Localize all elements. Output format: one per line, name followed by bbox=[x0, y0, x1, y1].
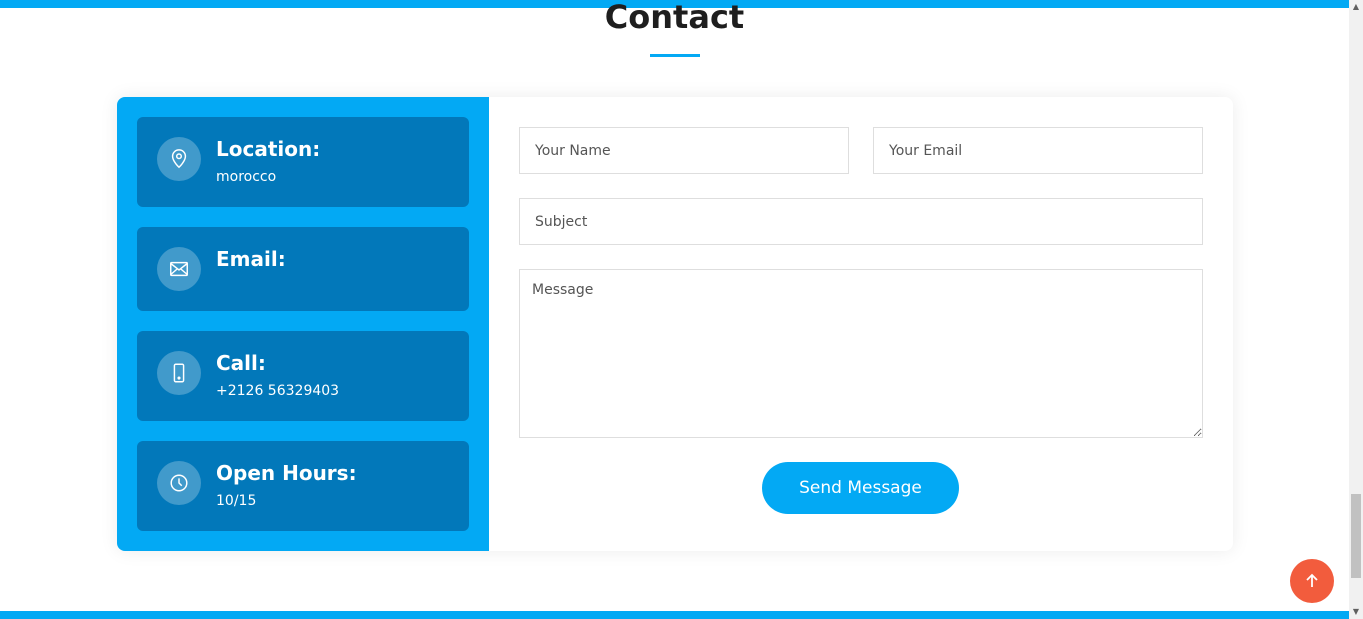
send-message-button[interactable]: Send Message bbox=[762, 462, 959, 514]
message-textarea[interactable] bbox=[519, 269, 1203, 438]
hours-heading: Open Hours: bbox=[216, 461, 357, 485]
subject-input[interactable] bbox=[519, 198, 1203, 245]
section-title: Contact bbox=[604, 0, 745, 36]
contact-card: Location: morocco Email: Call: +2126 563… bbox=[117, 97, 1233, 551]
title-underline bbox=[650, 54, 700, 57]
phone-icon bbox=[157, 351, 201, 395]
call-heading: Call: bbox=[216, 351, 266, 375]
contact-info-panel: Location: morocco Email: Call: +2126 563… bbox=[117, 97, 489, 551]
location-value: morocco bbox=[216, 169, 277, 185]
name-input[interactable] bbox=[519, 127, 849, 174]
scrollbar-thumb[interactable] bbox=[1351, 494, 1361, 578]
back-to-top-button[interactable] bbox=[1290, 559, 1334, 603]
scroll-up-arrow-icon[interactable]: ▲ bbox=[1349, 0, 1363, 14]
call-info-box: Call: +2126 56329403 bbox=[137, 331, 469, 421]
scroll-down-arrow-icon[interactable]: ▼ bbox=[1349, 605, 1363, 619]
contact-form: Send Message bbox=[489, 97, 1233, 551]
footer-accent-bar bbox=[0, 611, 1349, 619]
page-scrollbar[interactable]: ▲ ▼ bbox=[1349, 0, 1363, 619]
arrow-up-icon bbox=[1306, 573, 1318, 587]
envelope-icon bbox=[157, 247, 201, 291]
email-info-box: Email: bbox=[137, 227, 469, 311]
map-pin-icon bbox=[157, 137, 201, 181]
call-value: +2126 56329403 bbox=[216, 383, 340, 399]
hours-info-box: Open Hours: 10/15 bbox=[137, 441, 469, 531]
location-heading: Location: bbox=[216, 137, 321, 161]
location-info-box: Location: morocco bbox=[137, 117, 469, 207]
email-heading: Email: bbox=[216, 247, 286, 271]
hours-value: 10/15 bbox=[216, 493, 257, 509]
page: Contact Location: morocco Email: Call: +… bbox=[0, 0, 1363, 619]
email-input[interactable] bbox=[873, 127, 1203, 174]
clock-icon bbox=[157, 461, 201, 505]
